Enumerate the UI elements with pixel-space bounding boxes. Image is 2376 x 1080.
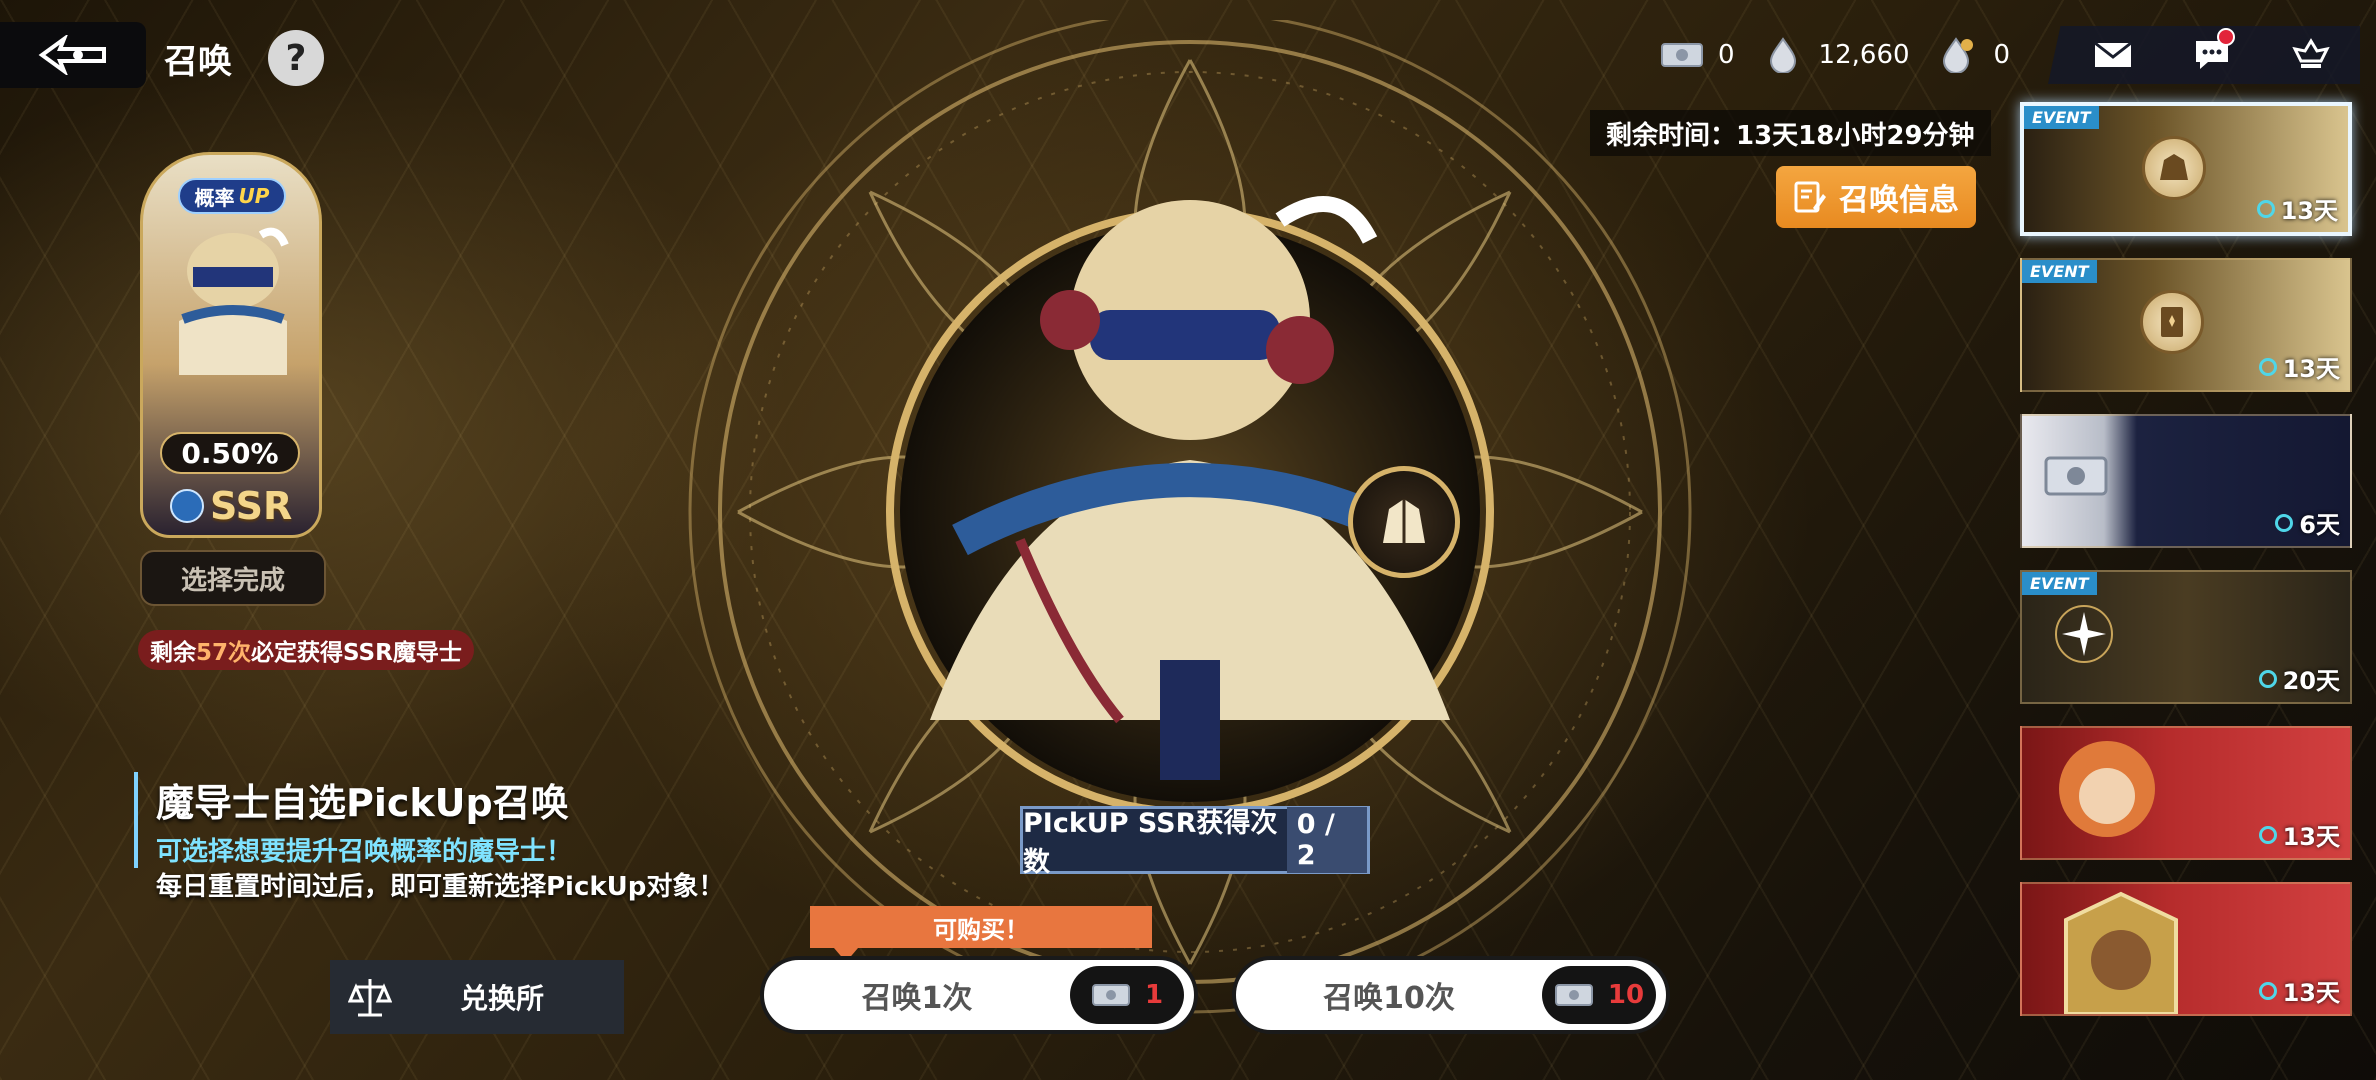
pity-count: 57次 xyxy=(196,640,252,666)
summon-1-cost-value: 1 xyxy=(1144,980,1164,1010)
character-portrait xyxy=(179,227,289,375)
mail-button[interactable] xyxy=(2088,34,2138,76)
exchange-shop-button[interactable]: 兑换所 xyxy=(330,960,624,1034)
back-icon xyxy=(38,35,106,75)
summon-10-button[interactable]: 召唤10次 10 xyxy=(1232,956,1670,1034)
pickup-counter-label: PIckUP SSR获得次数 xyxy=(1023,808,1278,878)
summon-1-cost: 1 xyxy=(1070,966,1184,1024)
clock-icon xyxy=(2256,199,2275,218)
sparkle-icon xyxy=(2052,602,2116,670)
banner-days: 13天 xyxy=(2258,973,2340,1008)
event-tag: EVENT xyxy=(2024,106,2099,129)
summon-info-button[interactable]: 召唤信息 xyxy=(1776,166,1976,228)
mail-icon xyxy=(2094,41,2133,67)
help-button[interactable]: ? xyxy=(268,30,324,86)
banner-item[interactable]: 13天 xyxy=(2020,882,2352,1016)
summon-10-label: 召唤10次 xyxy=(1323,981,1455,1016)
summon-info-label: 召唤信息 xyxy=(1839,183,1959,218)
back-button[interactable] xyxy=(0,22,146,88)
notification-badge xyxy=(2216,28,2235,46)
buyable-tooltip: 可购买！ xyxy=(810,906,1152,962)
banner-days: 6天 xyxy=(2275,505,2340,540)
select-done-button[interactable]: 选择完成 xyxy=(140,550,326,606)
up-label: UP xyxy=(238,184,270,208)
summon-ticket-icon xyxy=(1554,984,1593,1006)
banner-days: 20天 xyxy=(2258,661,2340,696)
clock-icon xyxy=(2258,981,2277,1000)
banner-days: 13天 xyxy=(2258,817,2340,852)
banner-subtitle: 可选择想要提升召唤概率的魔导士！ xyxy=(156,837,573,867)
currency-paid-crystal[interactable]: 0 xyxy=(1936,37,2011,73)
banner-days: 13天 xyxy=(2256,191,2338,226)
exchange-shop-label: 兑换所 xyxy=(459,982,544,1015)
pickup-counter: PIckUP SSR获得次数 0 / 2 xyxy=(1020,806,1370,878)
rarity-badge: SSR xyxy=(170,484,292,528)
summon-ticket-count: 0 xyxy=(1718,40,1735,70)
summon-1-label: 召唤1次 xyxy=(861,981,973,1016)
rarity-label: SSR xyxy=(210,484,293,528)
pity-prefix: 剩余 xyxy=(150,640,196,666)
scales-icon xyxy=(330,975,410,1019)
guild-icon xyxy=(2291,38,2330,68)
rate-up-badge: 概率 UP xyxy=(178,178,286,214)
element-gem-icon xyxy=(170,489,204,523)
banner-item[interactable]: 6天 xyxy=(2020,414,2352,548)
card-icon xyxy=(2140,290,2204,354)
clock-icon xyxy=(2258,669,2277,688)
chat-button[interactable] xyxy=(2187,28,2237,76)
rate-percentage: 0.50% xyxy=(160,432,300,474)
summon-ticket-icon xyxy=(2040,446,2112,510)
summon-ticket-icon xyxy=(1091,984,1130,1006)
pickup-counter-value: 0 / 2 xyxy=(1286,807,1367,873)
character-portrait xyxy=(2042,734,2172,858)
banner-title: 魔导士自选PickUp召唤 xyxy=(156,781,569,825)
banner-description: 魔导士自选PickUp召唤 可选择想要提升召唤概率的魔导士！ xyxy=(134,772,572,868)
paid-crystal-count: 0 xyxy=(1993,40,2011,70)
banner-item[interactable]: EVENT 20天 xyxy=(2020,570,2352,704)
character-portrait xyxy=(2056,890,2186,1014)
document-edit-icon xyxy=(1794,181,1826,213)
banner-days: 13天 xyxy=(2258,349,2340,384)
cloak-class-icon[interactable] xyxy=(1348,466,1460,578)
summon-circle xyxy=(688,20,1692,1014)
cloak-icon xyxy=(2142,136,2206,200)
banner-item[interactable]: 13天 xyxy=(2020,726,2352,860)
clock-icon xyxy=(2258,357,2277,376)
clock-icon xyxy=(2258,825,2277,844)
banner-item[interactable]: EVENT 13天 xyxy=(2020,258,2352,392)
page-title: 召唤 xyxy=(164,42,232,82)
pity-suffix: 必定获得SSR魔导士 xyxy=(251,640,462,666)
summon-10-cost: 10 xyxy=(1542,966,1656,1024)
summon-1-button[interactable]: 召唤1次 1 xyxy=(760,956,1198,1034)
mana-crystal-icon xyxy=(1761,37,1805,73)
banner-item[interactable]: EVENT 13天 xyxy=(2020,102,2352,236)
guild-button[interactable] xyxy=(2286,34,2336,76)
summon-10-cost-value: 10 xyxy=(1607,980,1645,1010)
clock-icon xyxy=(2275,513,2294,532)
mana-crystal-count: 12,660 xyxy=(1818,40,1910,70)
rate-up-label: 概率 xyxy=(194,185,235,210)
event-tag: EVENT xyxy=(2022,572,2097,595)
currency-mana-crystal[interactable]: 12,660 xyxy=(1761,37,1910,73)
paid-crystal-icon xyxy=(1936,37,1980,73)
event-tag: EVENT xyxy=(2022,260,2097,283)
pity-counter: 剩余 57次 必定获得SSR魔导士 xyxy=(138,630,474,670)
top-icon-strip xyxy=(2048,26,2360,84)
